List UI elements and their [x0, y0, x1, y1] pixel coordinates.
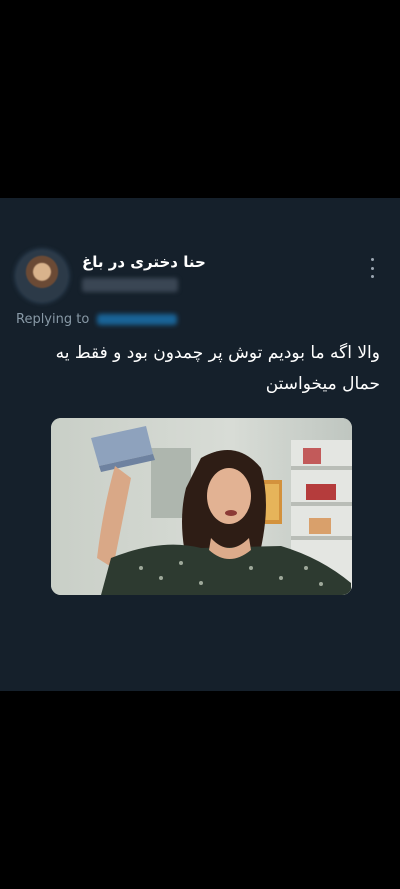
- avatar[interactable]: [16, 250, 68, 302]
- more-dot: [370, 258, 374, 261]
- media-image: [51, 418, 352, 595]
- replying-to-label: Replying to: [16, 312, 90, 327]
- tweet-text: والا اگه ما بودیم توش پر چمدون بود و فقط…: [55, 343, 380, 394]
- tweet-header: حنا دختری در باغ: [16, 250, 384, 302]
- user-handle-redacted: [82, 278, 178, 292]
- display-name[interactable]: حنا دختری در باغ: [82, 253, 206, 271]
- reply-handle-redacted[interactable]: [97, 314, 178, 325]
- replying-to: Replying to: [16, 312, 178, 327]
- more-dot: [370, 275, 374, 278]
- tweet-card[interactable]: حنا دختری در باغ Replying to والا اگه ما…: [0, 198, 400, 691]
- more-vertical-icon[interactable]: [368, 258, 376, 278]
- tweet-media[interactable]: [51, 418, 352, 595]
- more-dot: [370, 266, 374, 270]
